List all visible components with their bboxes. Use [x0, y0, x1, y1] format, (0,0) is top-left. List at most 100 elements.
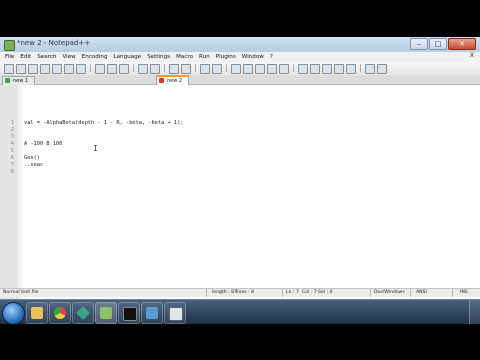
replace-icon[interactable]	[181, 64, 191, 74]
toolbar-separator	[226, 64, 227, 72]
line-number: 7	[10, 162, 14, 168]
diamond-app-icon	[75, 305, 91, 321]
status-col: Col : 7	[302, 290, 317, 295]
stop-macro-icon[interactable]	[310, 64, 320, 74]
indent-guide-icon[interactable]	[279, 64, 289, 74]
print-icon[interactable]	[76, 64, 86, 74]
folder-icon	[31, 307, 43, 319]
menu-language[interactable]: Language	[111, 54, 145, 60]
status-file-type: Normal text file	[3, 290, 39, 295]
toolbar-separator	[164, 64, 165, 72]
menu-encoding[interactable]: Encoding	[79, 54, 111, 60]
notepadpp-icon	[100, 307, 112, 319]
show-desktop-button[interactable]	[469, 300, 480, 324]
tab-new-1[interactable]: new 1	[2, 76, 36, 85]
taskbar-notepadpp[interactable]	[95, 302, 117, 324]
menu-run[interactable]: Run	[196, 54, 213, 60]
save-icon[interactable]	[28, 64, 38, 74]
save-all-icon[interactable]	[40, 64, 50, 74]
line-number: 4	[10, 141, 14, 147]
maximize-button[interactable]: □	[429, 38, 447, 50]
record-macro-icon[interactable]	[298, 64, 308, 74]
minimize-button[interactable]: –	[410, 38, 428, 50]
line-number: 5	[10, 148, 14, 154]
menu-window[interactable]: Window	[239, 54, 267, 60]
taskbar-chrome[interactable]	[49, 302, 71, 324]
taskbar-app-3[interactable]	[72, 302, 94, 324]
status-encoding[interactable]: ANSI	[416, 290, 427, 296]
menu-file[interactable]: File	[2, 54, 17, 60]
line-number: 8	[10, 169, 14, 175]
spellcheck-icon[interactable]	[365, 64, 375, 74]
code-line[interactable]: Gen()	[24, 155, 40, 162]
run-macro-multiple-icon[interactable]	[334, 64, 344, 74]
toolbar-separator	[360, 64, 361, 72]
menu-search[interactable]: Search	[34, 54, 59, 60]
close-button[interactable]: ✕	[448, 38, 476, 50]
play-macro-icon[interactable]	[322, 64, 332, 74]
zoom-in-icon[interactable]	[200, 64, 210, 74]
tab-new-2[interactable]: new 2	[156, 75, 190, 85]
paste-icon[interactable]	[119, 64, 129, 74]
toolbar-separator	[293, 64, 294, 72]
title-bar: *new 2 - Notepad++ – □ ✕	[0, 37, 480, 52]
save-macro-icon[interactable]	[346, 64, 356, 74]
windows-taskbar	[0, 299, 480, 324]
status-eol[interactable]: Dos\Windows	[374, 290, 405, 296]
status-divider	[206, 289, 207, 297]
menu-plugins[interactable]: Plugins	[213, 54, 239, 60]
line-number: 6	[10, 155, 14, 161]
menu-edit[interactable]: Edit	[17, 54, 34, 60]
code-line[interactable]: val = -AlphaBeta(depth - 1 - R, -beta, -…	[24, 120, 183, 127]
menu-bar: File Edit Search View Encoding Language …	[0, 52, 480, 62]
taskbar-calculator[interactable]	[164, 302, 186, 324]
redo-icon[interactable]	[150, 64, 160, 74]
menu-help[interactable]: ?	[267, 54, 276, 60]
taskbar-explorer[interactable]	[26, 302, 48, 324]
code-line[interactable]: A -100 B 100	[24, 141, 62, 148]
find-icon[interactable]	[169, 64, 179, 74]
close-file-icon[interactable]	[52, 64, 62, 74]
settings-icon[interactable]	[377, 64, 387, 74]
close-document-icon[interactable]: X	[470, 52, 474, 59]
cut-icon[interactable]	[95, 64, 105, 74]
copy-icon[interactable]	[107, 64, 117, 74]
window-app-icon	[146, 307, 158, 319]
calculator-icon	[169, 307, 183, 321]
status-divider	[410, 289, 411, 297]
editor-area[interactable]: 1 val = -AlphaBeta(depth - 1 - R, -beta,…	[0, 85, 480, 313]
undo-icon[interactable]	[138, 64, 148, 74]
sync-vertical-icon[interactable]	[231, 64, 241, 74]
show-all-chars-icon[interactable]	[267, 64, 277, 74]
status-divider	[282, 289, 283, 297]
status-length: length : 87	[212, 290, 237, 295]
tab-label: new 2	[167, 78, 183, 84]
word-wrap-icon[interactable]	[255, 64, 265, 74]
menu-settings[interactable]: Settings	[144, 54, 173, 60]
unsaved-file-icon	[159, 78, 164, 83]
close-all-icon[interactable]	[64, 64, 74, 74]
start-button[interactable]	[2, 302, 25, 324]
open-file-icon[interactable]	[16, 64, 26, 74]
status-sel: Sel : 0	[318, 290, 333, 295]
sync-horizontal-icon[interactable]	[243, 64, 253, 74]
fold-margin	[18, 85, 22, 313]
mouse-ibeam-cursor: I	[93, 144, 98, 153]
status-bar: Normal text file length : 87 lines : 8 L…	[0, 288, 480, 297]
menu-macro[interactable]: Macro	[173, 54, 196, 60]
code-line[interactable]: ..seac	[24, 162, 43, 169]
terminal-icon	[123, 307, 137, 321]
status-ln: Ln : 7	[286, 290, 299, 295]
taskbar-app-6[interactable]	[141, 302, 163, 324]
zoom-out-icon[interactable]	[212, 64, 222, 74]
notepadpp-app-icon	[4, 40, 15, 51]
line-number: 1	[10, 120, 14, 126]
new-file-icon[interactable]	[4, 64, 14, 74]
status-divider	[452, 289, 453, 297]
taskbar-terminal[interactable]	[118, 302, 140, 324]
tab-bar: new 1 new 2	[0, 75, 480, 85]
toolbar-separator	[195, 64, 196, 72]
window-title: *new 2 - Notepad++	[17, 39, 91, 47]
menu-view[interactable]: View	[59, 54, 78, 60]
status-insert-mode: INS	[460, 290, 468, 295]
